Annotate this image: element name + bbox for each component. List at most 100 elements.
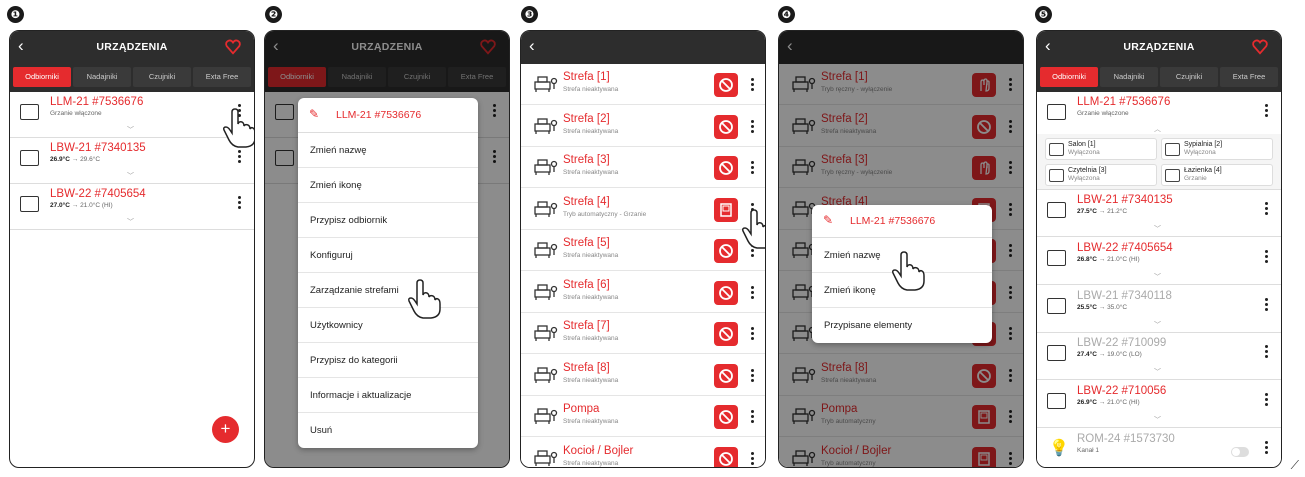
menu-item-rename[interactable]: Zmień nazwę (298, 133, 478, 168)
device-row[interactable]: LBW-21 #7340135 26.9°C → 29.6°C ﹀ (10, 138, 254, 184)
menu-item-configure[interactable]: Konfiguruj (298, 238, 478, 273)
menu-item-change-icon[interactable]: Zmień ikonę (298, 168, 478, 203)
menu-item-assign-category[interactable]: Przypisz do kategorii (298, 343, 478, 378)
room-tile[interactable]: Salon [1] Wyłączona (1045, 138, 1157, 160)
phone-screen-5: ‹ URZĄDZENIA Odbiorniki Nadajniki Czujni… (1036, 30, 1282, 468)
more-icon[interactable] (1265, 249, 1269, 265)
tab-exta-free[interactable]: Exta Free (193, 67, 251, 87)
zone-mode-blocked-button[interactable] (714, 322, 738, 346)
zone-status: Strefa nieaktywana (563, 169, 619, 176)
zone-row[interactable]: Pompa Strefa nieaktywana (521, 396, 765, 437)
more-icon[interactable] (1265, 202, 1269, 217)
zone-name: Strefa [8] (563, 361, 610, 374)
device-row[interactable]: LLM-21 #7536676 Grzanie włączone ﹀ (10, 92, 254, 138)
more-icon[interactable] (751, 368, 755, 384)
more-icon[interactable] (1265, 441, 1269, 456)
device-name: LBW-22 #710056 (1077, 385, 1167, 398)
zone-mode-blocked-button[interactable] (714, 446, 738, 467)
tab-nadajniki[interactable]: Nadajniki (1100, 67, 1158, 87)
chevron-down-icon[interactable]: ﹀ (1154, 367, 1161, 377)
device-row[interactable]: LBW-22 #710099 27.4°C → 19.0°C (LO) ﹀ (1037, 333, 1281, 381)
tab-odbiorniki[interactable]: Odbiorniki (1040, 67, 1098, 87)
zone-mode-blocked-button[interactable] (714, 363, 738, 388)
chevron-up-icon[interactable]: ︿ (1154, 124, 1161, 134)
app-header: ‹ URZĄDZENIA (1037, 31, 1281, 64)
more-icon[interactable] (751, 161, 755, 176)
more-icon[interactable] (751, 285, 755, 301)
device-row[interactable]: LBW-22 #7405654 27.0°C → 21.0°C (HI) ﹀ (10, 184, 254, 230)
more-icon[interactable] (238, 196, 242, 211)
chevron-down-icon[interactable]: ﹀ (1154, 415, 1161, 425)
zone-mode-blocked-button[interactable] (714, 280, 738, 305)
device-name: LBW-21 #7340118 (1077, 289, 1172, 302)
more-icon[interactable] (751, 451, 755, 467)
chevron-down-icon[interactable]: ﹀ (127, 125, 134, 135)
heart-signal-icon[interactable] (1251, 38, 1269, 56)
zone-row[interactable]: Strefa [8] Strefa nieaktywana (521, 354, 765, 396)
tab-exta-free[interactable]: Exta Free (1220, 67, 1278, 87)
chevron-down-icon[interactable]: ﹀ (127, 171, 134, 181)
zone-mode-blocked-button[interactable] (714, 405, 738, 429)
room-tile[interactable]: Czytelnia [3] Wyłączona (1045, 164, 1157, 186)
menu-header: ✎ LLM-21 #7536676 (812, 205, 992, 238)
menu-item-users[interactable]: Użytkownicy (298, 308, 478, 343)
zone-row[interactable]: Kocioł / Bojler Strefa nieaktywana (521, 437, 765, 467)
more-icon[interactable] (1265, 345, 1269, 360)
room-tile[interactable]: Sypialnia [2] Wyłączona (1161, 138, 1273, 160)
more-icon[interactable] (238, 150, 242, 165)
more-icon[interactable] (1265, 393, 1269, 408)
menu-item-delete[interactable]: Usuń (298, 413, 478, 448)
device-row[interactable]: LBW-22 #710056 26.9°C → 21.0°C (HI) ﹀ (1037, 381, 1281, 429)
zone-row[interactable]: Strefa [3] Strefa nieaktywana (521, 147, 765, 188)
zone-mode-auto-button[interactable] (714, 197, 738, 222)
more-icon[interactable] (751, 327, 755, 342)
tab-czujniki[interactable]: Czujniki (1160, 67, 1218, 87)
device-row[interactable]: LBW-22 #7405654 26.8°C → 21.0°C (HI) ﹀ (1037, 237, 1281, 285)
tab-odbiorniki[interactable]: Odbiorniki (13, 67, 71, 87)
phone-screen-4: ‹ Strefa [1] Tryb ręczny - wyłączenie Stre… (778, 30, 1024, 468)
lightbulb-icon: 💡 (1049, 440, 1069, 457)
menu-item-assign-receiver[interactable]: Przypisz odbiornik (298, 203, 478, 238)
target-temp: → 21.0°C (HI) (1098, 255, 1140, 263)
add-device-button[interactable]: + (212, 416, 239, 443)
more-icon[interactable] (1265, 104, 1269, 119)
device-row[interactable]: LLM-21 #7536676 Grzanie włączone ︿ (1037, 92, 1281, 134)
tab-czujniki[interactable]: Czujniki (133, 67, 191, 87)
zone-row[interactable]: Strefa [5] Strefa nieaktywana (521, 230, 765, 271)
menu-item-zone-management[interactable]: Zarządzanie strefami (298, 273, 478, 308)
power-toggle[interactable] (1231, 447, 1249, 457)
pencil-icon: ✎ (823, 213, 834, 227)
more-icon[interactable] (1265, 297, 1269, 313)
chevron-down-icon[interactable]: ﹀ (1154, 272, 1161, 282)
zone-mode-blocked-button[interactable] (714, 114, 738, 139)
more-icon[interactable] (751, 78, 755, 93)
device-row[interactable]: LBW-21 #7340135 27.5°C → 21.2°C ﹀ (1037, 190, 1281, 237)
zone-row[interactable]: Strefa [2] Strefa nieaktywana (521, 105, 765, 147)
thermostat-icon (1047, 393, 1066, 410)
device-row[interactable]: 💡 ROM-24 #1573730 Kanał 1 (1037, 429, 1281, 467)
chevron-left-icon[interactable]: ‹ (529, 36, 535, 56)
tab-nadajniki[interactable]: Nadajniki (73, 67, 131, 87)
device-temperature: 26.9°C → 21.0°C (HI) (1077, 399, 1140, 406)
step-3-badge: ❸ (521, 6, 538, 23)
more-icon[interactable] (751, 410, 755, 425)
menu-item-assigned-elements[interactable]: Przypisane elementy (812, 308, 992, 343)
zone-row[interactable]: Strefa [7] Strefa nieaktywana (521, 313, 765, 354)
zone-row[interactable]: Strefa [6] Strefa nieaktywana (521, 271, 765, 313)
zone-mode-blocked-button[interactable] (714, 156, 738, 180)
zone-mode-blocked-button[interactable] (714, 239, 738, 263)
heart-signal-icon[interactable] (224, 38, 242, 56)
zone-mode-blocked-button[interactable] (714, 73, 738, 97)
zone-row[interactable]: Strefa [4] Tryb automatyczny - Grzanie (521, 188, 765, 230)
more-icon[interactable] (751, 119, 755, 135)
device-name: LBW-22 #7405654 (1077, 241, 1173, 254)
step-4-badge: ❹ (778, 6, 795, 23)
zone-row[interactable]: Strefa [1] Strefa nieaktywana (521, 64, 765, 105)
chevron-down-icon[interactable]: ﹀ (1154, 224, 1161, 234)
device-row[interactable]: LBW-21 #7340118 25.5°C → 35.0°C ﹀ (1037, 285, 1281, 333)
chevron-down-icon[interactable]: ﹀ (1154, 320, 1161, 330)
menu-item-info-updates[interactable]: Informacje i aktualizacje (298, 378, 478, 413)
chevron-down-icon[interactable]: ﹀ (127, 217, 134, 227)
room-name: Sypialnia [2] (1184, 141, 1223, 148)
room-tile[interactable]: Łazienka [4] Grzanie (1161, 164, 1273, 186)
